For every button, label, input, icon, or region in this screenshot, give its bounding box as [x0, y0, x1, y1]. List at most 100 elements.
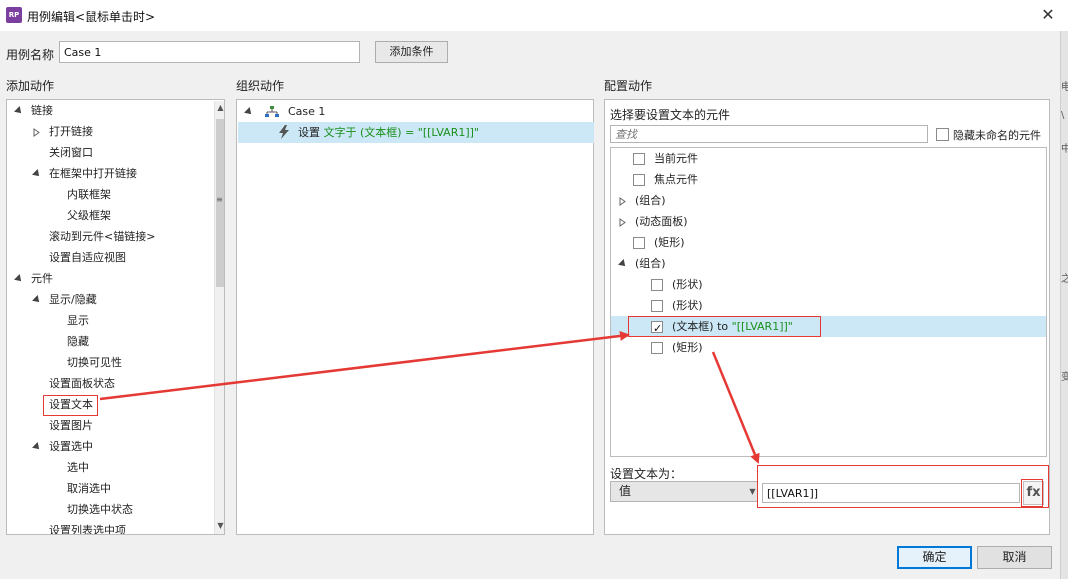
widget-checkbox[interactable] — [633, 174, 645, 186]
expand-icon[interactable] — [618, 259, 628, 269]
scroll-grip-icon: ≡ — [216, 195, 223, 204]
action-prefix: 设置 — [298, 126, 320, 139]
action-tree-item-label: 内联框架 — [67, 188, 111, 201]
action-tree-item-label: 显示 — [67, 314, 89, 327]
hide-unnamed-checkbox[interactable] — [936, 128, 949, 141]
add-condition-button[interactable]: 添加条件 — [375, 41, 448, 63]
widget-checkbox[interactable] — [633, 237, 645, 249]
case-name-input[interactable] — [59, 41, 360, 63]
case-tree-icon — [264, 106, 279, 117]
widget-checkbox[interactable] — [651, 279, 663, 291]
action-tree-item[interactable]: 设置文本 — [49, 394, 93, 415]
action-tree-item[interactable]: 隐藏 — [67, 331, 89, 352]
widget-checkbox[interactable] — [651, 300, 663, 312]
action-tree-item[interactable]: 选中 — [67, 457, 89, 478]
widget-tree-item[interactable]: (矩形) — [633, 232, 685, 253]
action-tree-item[interactable]: 显示 — [67, 310, 89, 331]
action-tree-item[interactable]: 链接 — [14, 100, 53, 121]
ok-button[interactable]: 确定 — [897, 546, 972, 569]
action-tree-item[interactable]: 设置列表选中项 — [49, 520, 126, 535]
text-value-input[interactable] — [762, 483, 1020, 503]
action-tree-item-label: 链接 — [31, 104, 53, 117]
expand-icon[interactable] — [14, 274, 24, 284]
action-tree-item[interactable]: 父级框架 — [67, 205, 111, 226]
action-tree-item[interactable]: 显示/隐藏 — [32, 289, 97, 310]
action-tree-item-label: 设置列表选中项 — [49, 524, 126, 535]
action-tree-item[interactable]: 设置面板状态 — [49, 373, 115, 394]
action-tree-item[interactable]: 元件 — [14, 268, 53, 289]
action-tree-item[interactable]: 内联框架 — [67, 184, 111, 205]
widget-checkbox[interactable] — [651, 342, 663, 354]
widget-checkbox[interactable] — [651, 318, 663, 339]
widget-tree-item[interactable]: (形状) — [651, 295, 703, 316]
widget-tree-item[interactable]: (动态面板) — [619, 211, 688, 232]
action-tree-item[interactable]: 设置选中 — [32, 436, 93, 457]
widget-tree-item[interactable]: 当前元件 — [633, 148, 698, 169]
action-tree-item-label: 设置文本 — [49, 398, 93, 411]
widget-tree-item[interactable]: (矩形) — [651, 337, 703, 358]
action-tree-item-label: 设置图片 — [49, 419, 93, 432]
scroll-up-icon[interactable]: ▲ — [215, 101, 224, 115]
action-tree-item[interactable]: 切换选中状态 — [67, 499, 133, 520]
window-title: 用例编辑<鼠标单击时> — [27, 10, 156, 24]
action-tree-item[interactable]: 切换可见性 — [67, 352, 122, 373]
action-tree-item[interactable]: 取消选中 — [67, 478, 111, 499]
collapsed-icon[interactable] — [33, 127, 40, 137]
action-tree-item-label: 父级框架 — [67, 209, 111, 222]
collapsed-icon[interactable] — [619, 196, 626, 206]
widget-tree-item-label: 焦点元件 — [654, 173, 698, 186]
action-tree-item[interactable]: 设置自适应视图 — [49, 247, 126, 268]
widget-tree-item-label: (矩形) — [672, 341, 703, 354]
action-tree-item-label: 切换选中状态 — [67, 503, 133, 516]
strip-glyph: 变 — [1061, 372, 1068, 383]
action-tree-item[interactable]: 设置图片 — [49, 415, 93, 436]
action-tree-item-label: 滚动到元件<锚链接> — [49, 230, 156, 243]
action-tree-item[interactable]: 关闭窗口 — [49, 142, 93, 163]
case-name-label: 用例名称 — [6, 48, 55, 62]
widget-checkbox[interactable] — [633, 153, 645, 165]
collapsed-icon[interactable] — [619, 217, 626, 227]
widget-tree-item[interactable]: (组合) — [619, 190, 666, 211]
chevron-down-icon[interactable]: ▼ — [747, 482, 758, 501]
cancel-button[interactable]: 取消 — [977, 546, 1052, 569]
scroll-down-icon[interactable]: ▼ — [215, 519, 224, 533]
action-tree-item[interactable]: 在框架中打开链接 — [32, 163, 137, 184]
value-type-select[interactable]: 值 ▼ — [610, 481, 758, 502]
set-text-label: 设置文本为： — [610, 467, 683, 481]
action-tree-item-label: 切换可见性 — [67, 356, 122, 369]
expand-icon[interactable] — [14, 106, 24, 116]
select-widget-label: 选择要设置文本的元件 — [610, 108, 731, 122]
widget-tree-item-label: (组合) — [635, 194, 666, 207]
case-node[interactable]: Case 1 — [241, 101, 597, 121]
widget-tree-item-label: (形状) — [672, 299, 703, 312]
lightning-icon — [279, 125, 289, 139]
expand-icon[interactable] — [32, 442, 42, 452]
expand-icon[interactable] — [32, 295, 42, 305]
widget-tree-item[interactable]: 焦点元件 — [633, 169, 698, 190]
action-tree-item[interactable]: 滚动到元件<锚链接> — [49, 226, 155, 247]
action-tree-item-label: 关闭窗口 — [49, 146, 93, 159]
action-tree-item-label: 设置自适应视图 — [49, 251, 126, 264]
action-node-text: 设置 文字于 (文本框) = "[[LVAR1]]" — [298, 122, 479, 143]
strip-glyph: 之 — [1061, 274, 1068, 285]
action-tree-item-label: 在框架中打开链接 — [49, 167, 137, 180]
action-tree-item[interactable]: 打开链接 — [33, 121, 93, 142]
widget-tree-item[interactable]: (文本框) to "[[LVAR1]]" — [651, 316, 793, 339]
expand-icon[interactable] — [32, 169, 42, 179]
expand-icon[interactable] — [244, 107, 254, 117]
strip-glyph: 电 — [1061, 82, 1068, 93]
widget-search-input[interactable] — [610, 125, 928, 143]
widget-tree-item-label: (形状) — [672, 278, 703, 291]
strip-glyph: \ — [1061, 110, 1065, 121]
fx-button[interactable]: fx — [1023, 481, 1044, 505]
actions-scrollbar[interactable]: ▲ ≡ ▼ — [214, 101, 224, 534]
action-tree-item-label: 取消选中 — [67, 482, 111, 495]
action-tree-item-label: 隐藏 — [67, 335, 89, 348]
close-icon[interactable]: ✕ — [1036, 4, 1060, 26]
action-tree-item-label: 显示/隐藏 — [49, 293, 97, 306]
widget-tree-item[interactable]: (形状) — [651, 274, 703, 295]
widget-tree-item[interactable]: (组合) — [618, 253, 666, 274]
organize-action-tree: Case 1 设置 文字于 (文本框) = "[[LVAR1]]" — [236, 99, 594, 535]
action-node-set-text[interactable]: 设置 文字于 (文本框) = "[[LVAR1]]" — [238, 122, 594, 143]
hide-unnamed-label: 隐藏未命名的元件 — [953, 129, 1041, 142]
